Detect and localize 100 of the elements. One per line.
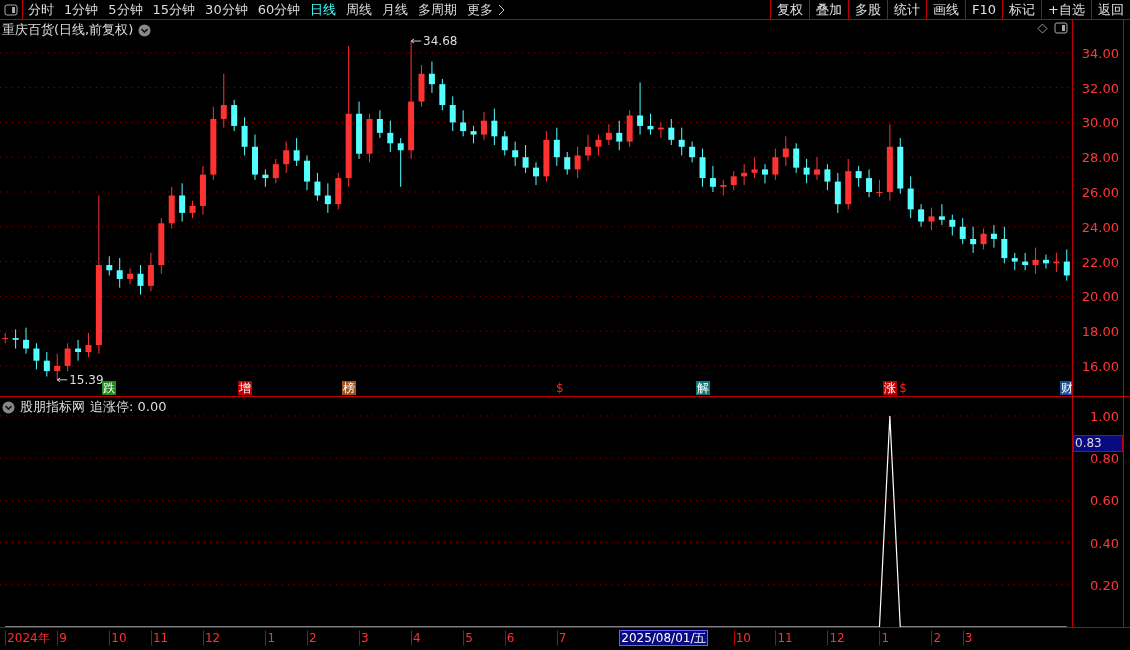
date-label: 3 xyxy=(359,630,371,646)
event-mark[interactable]: $ xyxy=(554,381,565,395)
period-tab[interactable]: 日线 xyxy=(305,0,342,19)
panel-toggle-icon[interactable] xyxy=(1054,22,1068,34)
candlestick xyxy=(1043,254,1049,269)
date-label: 2025/08/01/五 xyxy=(619,630,709,646)
candlestick xyxy=(761,163,768,184)
candlestick xyxy=(179,182,186,223)
candlestick xyxy=(293,137,300,167)
candlestick xyxy=(574,146,581,179)
chart-title: 重庆百货(日线,前复权) xyxy=(2,21,134,39)
candlestick xyxy=(938,203,945,226)
period-tab[interactable]: 1分钟 xyxy=(59,0,104,19)
axis-label: 26.00 xyxy=(1081,184,1119,200)
axis-label: 32.00 xyxy=(1081,80,1119,96)
axis-label: 24.00 xyxy=(1081,219,1119,235)
candlestick xyxy=(418,64,425,108)
period-tab[interactable]: 周线 xyxy=(341,0,378,19)
candlestick xyxy=(709,165,716,193)
candlestick xyxy=(585,134,592,162)
candlestick xyxy=(33,342,40,370)
date-label: 11 xyxy=(150,630,171,646)
candlestick xyxy=(1032,247,1039,275)
more-tab[interactable]: 更多 xyxy=(462,0,499,19)
candlestick xyxy=(314,172,321,202)
candlestick xyxy=(834,172,841,214)
candlestick xyxy=(158,217,165,275)
candlestick xyxy=(855,165,862,188)
period-tab[interactable]: 分时 xyxy=(23,0,59,19)
candlestick xyxy=(720,179,727,196)
panel-toggle-icon[interactable] xyxy=(4,3,18,16)
candlestick xyxy=(304,155,311,191)
candlestick xyxy=(1053,252,1060,273)
date-label: 1 xyxy=(879,630,892,646)
date-label: 5 xyxy=(463,630,475,646)
candlestick xyxy=(564,151,571,176)
candlestick xyxy=(751,156,758,179)
axis-label: 0.40 xyxy=(1090,535,1119,551)
date-label: 10 xyxy=(109,630,129,646)
date-label: 4 xyxy=(411,630,423,646)
event-tag[interactable]: 跌 xyxy=(102,381,117,395)
candlestick xyxy=(678,127,685,156)
event-tag[interactable]: 解 xyxy=(695,381,710,395)
axis-label: 16.00 xyxy=(1081,358,1119,374)
event-tag[interactable]: 增 xyxy=(237,381,252,395)
date-label: 2 xyxy=(307,630,319,646)
chevron-down-icon[interactable] xyxy=(2,400,15,414)
candlestick xyxy=(439,78,446,111)
candlestick xyxy=(241,116,248,156)
candlestick xyxy=(605,123,612,146)
chevron-down-icon[interactable] xyxy=(138,23,152,37)
date-label: 12 xyxy=(827,630,847,646)
candlestick xyxy=(43,351,50,377)
axis-label: 0.20 xyxy=(1090,577,1119,593)
date-label: 2 xyxy=(931,630,944,646)
event-tag[interactable]: 榜 xyxy=(341,381,356,395)
period-tab[interactable]: 多周期 xyxy=(413,0,463,19)
candlestick xyxy=(449,95,456,132)
event-tag[interactable]: 财 xyxy=(1059,381,1072,395)
candlestick xyxy=(918,203,925,228)
axis-label: 22.00 xyxy=(1081,254,1119,270)
date-label: 9 xyxy=(57,630,69,646)
period-tab[interactable]: 月线 xyxy=(377,0,414,19)
candlestick xyxy=(1011,252,1018,271)
candlestick xyxy=(23,327,29,355)
event-tag[interactable]: 涨 xyxy=(882,381,897,395)
leader-line xyxy=(410,38,422,44)
candlestick xyxy=(782,135,789,167)
candlestick xyxy=(397,137,404,188)
candlestick xyxy=(512,141,519,167)
candlestick xyxy=(814,156,820,181)
period-tab[interactable]: 30分钟 xyxy=(200,0,253,19)
candlestick xyxy=(1001,226,1008,264)
candlestick xyxy=(199,165,206,216)
candlestick xyxy=(522,144,529,174)
date-label: 7 xyxy=(556,630,569,646)
candlestick xyxy=(824,163,831,191)
candlestick xyxy=(980,228,987,250)
candlestick xyxy=(543,130,550,183)
axis-label: 0.60 xyxy=(1090,492,1119,508)
period-tab[interactable]: 5分钟 xyxy=(103,0,148,19)
candlestick xyxy=(147,252,154,292)
period-tab[interactable]: 60分钟 xyxy=(252,0,306,19)
candlestick xyxy=(730,170,737,191)
candlestick xyxy=(741,163,748,186)
candlestick xyxy=(897,137,904,195)
candlestick xyxy=(793,142,800,174)
candlestick xyxy=(168,186,175,229)
candlestick xyxy=(220,73,227,129)
indicator-name: 股朋指标网 xyxy=(20,398,85,416)
candlestick xyxy=(990,224,997,249)
axis-label: 18.00 xyxy=(1081,323,1119,339)
candlestick xyxy=(428,61,435,94)
candlestick xyxy=(54,353,61,381)
event-mark[interactable]: $ xyxy=(898,381,908,395)
period-tab[interactable]: 15分钟 xyxy=(147,0,201,19)
candlestick xyxy=(803,158,810,184)
candlestick xyxy=(116,257,123,289)
date-label: 12 xyxy=(202,630,223,646)
axis-label: 28.00 xyxy=(1081,149,1119,165)
